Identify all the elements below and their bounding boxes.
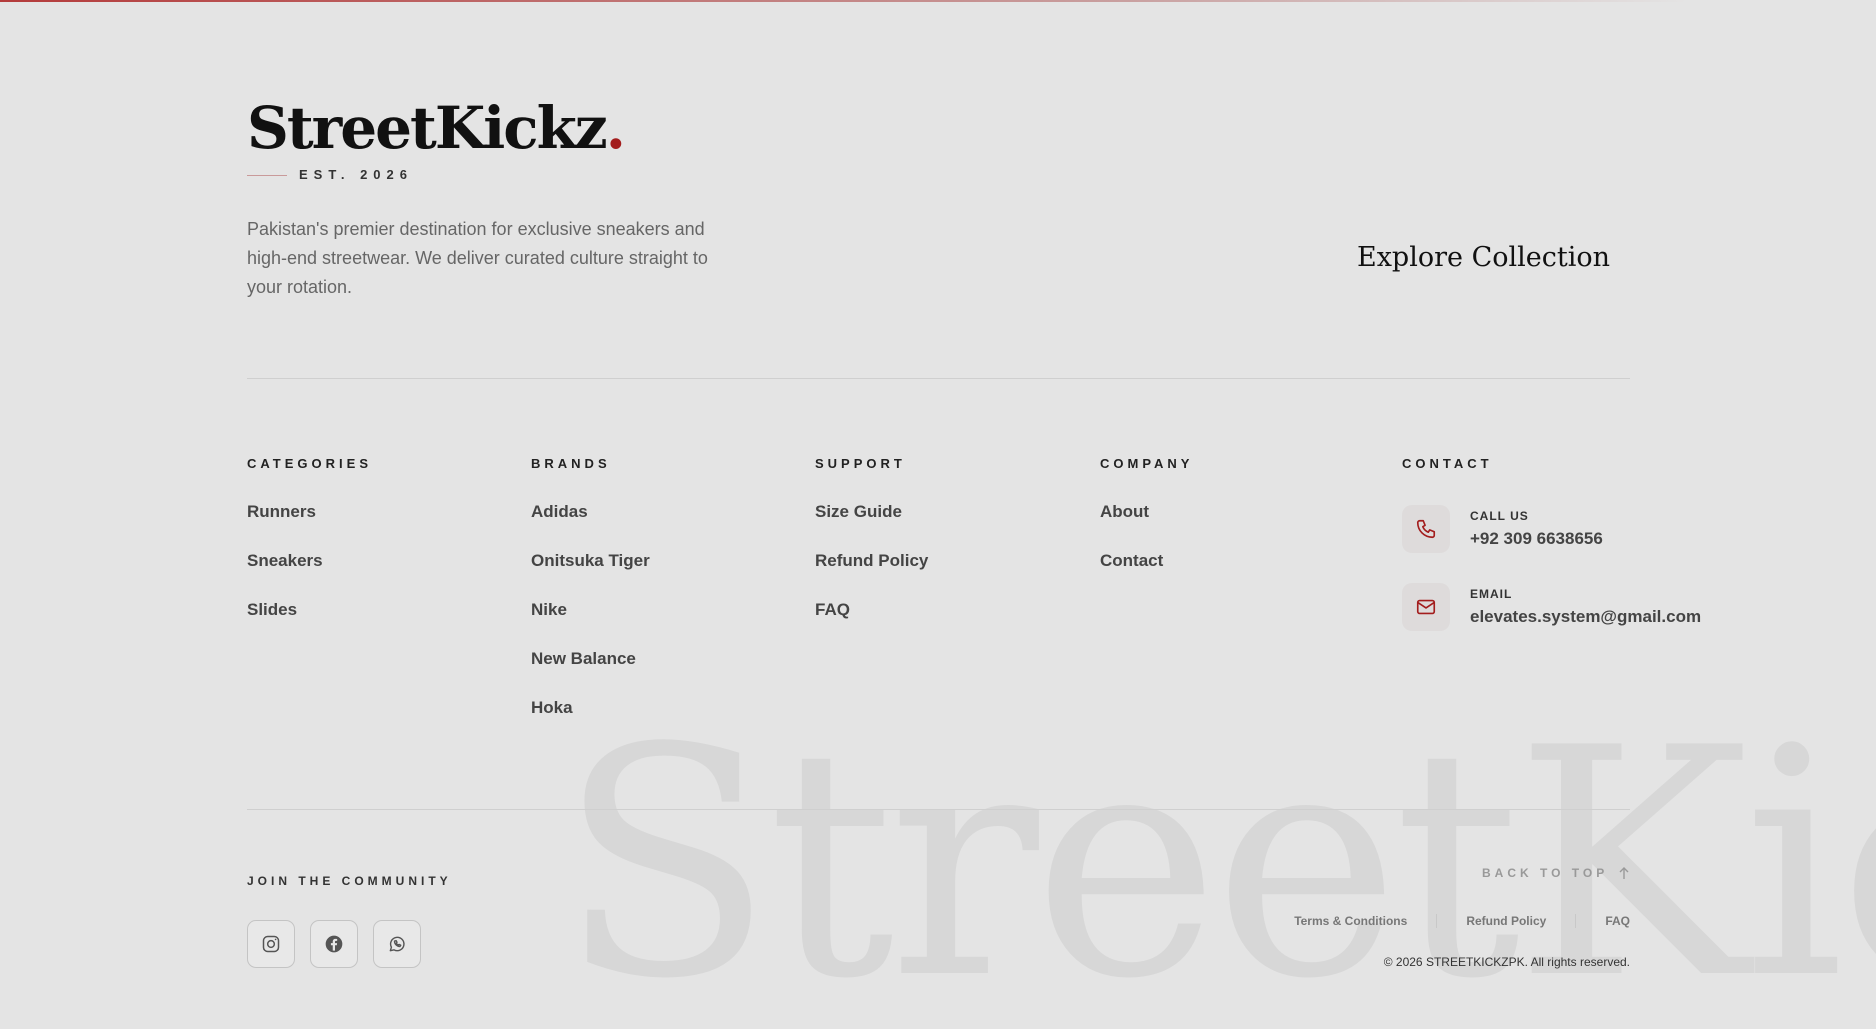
brands-column: BRANDS Adidas Onitsuka Tiger Nike New Ba… (531, 456, 650, 743)
phone-value[interactable]: +92 309 6638656 (1470, 529, 1603, 549)
brand-link-hoka[interactable]: Hoka (531, 694, 650, 743)
company-link-contact[interactable]: Contact (1100, 547, 1193, 596)
explore-collection-link[interactable]: Explore Collection (1357, 235, 1630, 279)
phone-icon (1416, 519, 1436, 539)
brand-logo[interactable]: StreetKickz. (247, 88, 626, 168)
brand-name: StreetKickz (247, 94, 608, 162)
category-link-sneakers[interactable]: Sneakers (247, 547, 372, 596)
back-to-top-label: BACK TO TOP (1482, 866, 1609, 880)
company-link-about[interactable]: About (1100, 498, 1193, 547)
mail-icon-box (1402, 583, 1450, 631)
phone-icon-box (1402, 505, 1450, 553)
contact-email[interactable]: EMAIL elevates.system@gmail.com (1402, 583, 1701, 631)
brand-link-new-balance[interactable]: New Balance (531, 645, 650, 694)
legal-link-terms[interactable]: Terms & Conditions (1294, 914, 1407, 928)
established-text: EST. 2026 (299, 167, 413, 182)
company-heading: COMPANY (1100, 456, 1194, 471)
support-link-size-guide[interactable]: Size Guide (815, 498, 928, 547)
brand-dot: . (605, 94, 626, 162)
instagram-button[interactable] (247, 920, 295, 968)
support-link-refund-policy[interactable]: Refund Policy (815, 547, 928, 596)
phone-label: CALL US (1470, 509, 1529, 523)
facebook-button[interactable] (310, 920, 358, 968)
facebook-icon (325, 935, 343, 953)
email-value[interactable]: elevates.system@gmail.com (1470, 607, 1701, 627)
whatsapp-button[interactable] (373, 920, 421, 968)
category-link-runners[interactable]: Runners (247, 498, 372, 547)
contact-heading: CONTACT (1402, 456, 1493, 471)
watermark-text: StreetKickz (558, 715, 1876, 1015)
brand-link-onitsuka-tiger[interactable]: Onitsuka Tiger (531, 547, 650, 596)
contact-phone[interactable]: CALL US +92 309 6638656 (1402, 505, 1603, 553)
legal-link-faq[interactable]: FAQ (1605, 914, 1630, 928)
legal-separator (1575, 914, 1577, 928)
brands-heading: BRANDS (531, 456, 611, 471)
instagram-icon (262, 935, 280, 953)
explore-collection-label: Explore Collection (1357, 241, 1610, 273)
legal-separator (1436, 914, 1438, 928)
category-link-slides[interactable]: Slides (247, 596, 372, 645)
copyright-text: © 2026 STREETKICKZPK. All rights reserve… (1383, 955, 1630, 969)
categories-column: CATEGORIES Runners Sneakers Slides (247, 456, 372, 645)
company-column: COMPANY About Contact (1100, 456, 1193, 596)
mail-icon (1416, 599, 1436, 615)
section-divider-bottom (247, 809, 1630, 810)
back-to-top-button[interactable]: BACK TO TOP (1482, 866, 1630, 880)
arrow-up-icon (1619, 867, 1629, 879)
brand-link-adidas[interactable]: Adidas (531, 498, 650, 547)
top-accent-line (0, 0, 1876, 2)
legal-link-refund-policy[interactable]: Refund Policy (1466, 914, 1546, 928)
contact-column: CONTACT (1402, 456, 1493, 498)
section-divider-top (247, 378, 1630, 379)
email-label: EMAIL (1470, 587, 1513, 601)
support-column: SUPPORT Size Guide Refund Policy FAQ (815, 456, 928, 645)
legal-links: Terms & Conditions Refund Policy FAQ (1260, 914, 1630, 928)
brand-link-nike[interactable]: Nike (531, 596, 650, 645)
social-links (247, 920, 421, 968)
support-heading: SUPPORT (815, 456, 906, 471)
whatsapp-icon (389, 936, 405, 952)
categories-heading: CATEGORIES (247, 456, 372, 471)
community-heading: JOIN THE COMMUNITY (247, 874, 452, 888)
support-link-faq[interactable]: FAQ (815, 596, 928, 645)
brand-description: Pakistan's premier destination for exclu… (247, 219, 708, 297)
est-divider (247, 175, 287, 176)
